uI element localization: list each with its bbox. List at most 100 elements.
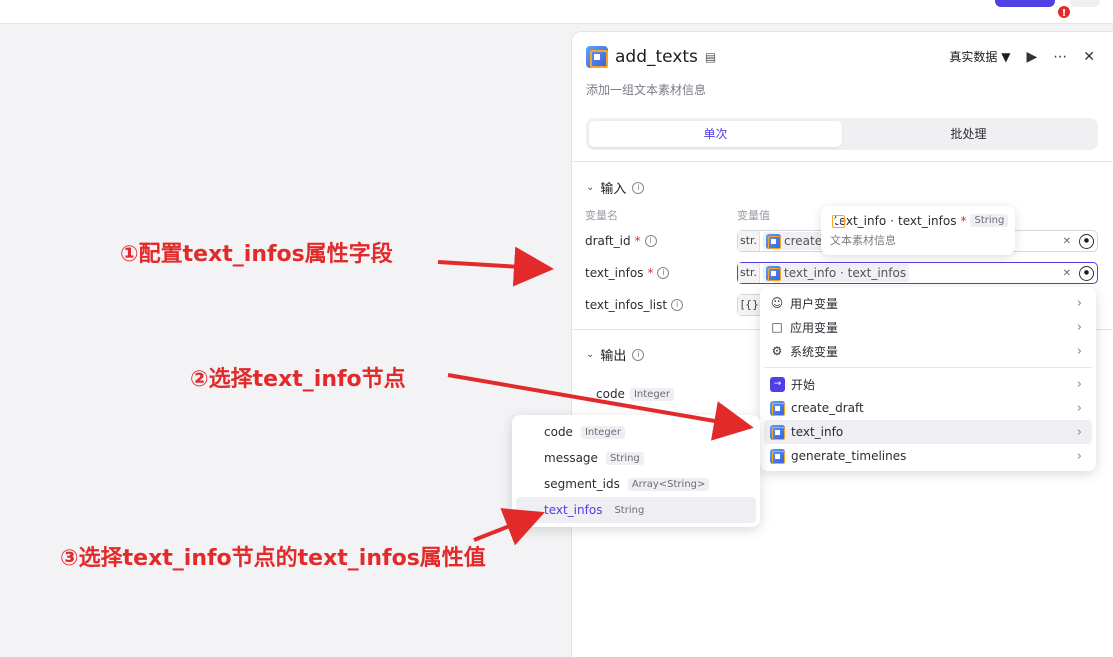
field-name: code bbox=[544, 425, 573, 439]
output-section-header[interactable]: ⌄ 输出 i bbox=[586, 345, 645, 364]
var-name-label: text_infos bbox=[585, 266, 644, 280]
user-icon: ☺ bbox=[770, 296, 784, 310]
node-icon bbox=[766, 265, 781, 281]
top-bar: ! bbox=[0, 0, 1113, 24]
var-name-label: draft_id bbox=[585, 234, 631, 248]
var-name-label: text_infos_list bbox=[585, 298, 668, 312]
info-icon[interactable]: i bbox=[632, 348, 645, 361]
submenu-item[interactable]: segment_ids Array<String> bbox=[516, 471, 756, 497]
type-tag: str. bbox=[738, 231, 760, 251]
info-icon[interactable]: i bbox=[644, 235, 657, 247]
submenu-item-selected[interactable]: text_infos String bbox=[516, 497, 756, 523]
menu-item-app-variables[interactable]: □ 应用变量 › bbox=[764, 315, 1092, 339]
type-tag: Integer bbox=[629, 387, 674, 401]
tooltip-description: 文本素材信息 bbox=[830, 234, 896, 247]
caret-down-icon: ▼ bbox=[1001, 50, 1011, 64]
submenu-item[interactable]: code Integer bbox=[516, 419, 756, 445]
type-tag: str. bbox=[738, 263, 760, 283]
type-tag: String bbox=[970, 214, 1009, 227]
chevron-down-icon: ⌄ bbox=[586, 182, 595, 193]
menu-item-system-variables[interactable]: ⚙ 系统变量 › bbox=[764, 339, 1092, 363]
tab-batch[interactable]: 批处理 bbox=[842, 121, 1095, 147]
menu-label: text_info bbox=[791, 425, 844, 439]
menu-item-user-variables[interactable]: ☺ 用户变量 › bbox=[764, 291, 1092, 315]
required-mark: * bbox=[960, 213, 967, 228]
play-icon[interactable]: ▶ bbox=[1026, 49, 1037, 65]
ref-tooltip: text_info · text_infos * String 文本素材信息 bbox=[821, 206, 1015, 255]
ref-chip: text_info · text_infos bbox=[763, 264, 910, 282]
clear-icon[interactable]: ✕ bbox=[1063, 236, 1071, 247]
plugin-node-icon bbox=[770, 424, 785, 440]
chevron-down-icon: ⌄ bbox=[586, 349, 595, 360]
input-section-title: 输入 bbox=[600, 182, 627, 197]
menu-item-text-info[interactable]: text_info › bbox=[764, 420, 1092, 444]
mode-tabs: 单次 批处理 bbox=[586, 118, 1098, 150]
column-name-header: 变量名 bbox=[585, 209, 618, 222]
annotation-step-1: ①配置text_infos属性字段 bbox=[120, 242, 393, 267]
field-name: text_infos bbox=[544, 503, 603, 517]
type-tag: Array<String> bbox=[627, 477, 710, 491]
submenu-item[interactable]: message String bbox=[516, 445, 756, 471]
divider bbox=[572, 161, 1113, 162]
menu-item-create-draft[interactable]: create_draft › bbox=[764, 396, 1092, 420]
var-name-text-infos-list: text_infos_list i bbox=[585, 298, 684, 312]
close-icon[interactable]: ✕ bbox=[1083, 49, 1095, 65]
output-section-title: 输出 bbox=[600, 349, 627, 364]
type-tag: String bbox=[605, 451, 644, 465]
alert-badge: ! bbox=[1056, 4, 1072, 20]
node-title: add_texts bbox=[615, 47, 698, 67]
output-name: code bbox=[596, 387, 625, 401]
menu-label: 系统变量 bbox=[790, 344, 839, 359]
node-output-submenu: code Integer message String segment_ids Arr… bbox=[512, 415, 760, 527]
type-tag: String bbox=[610, 503, 649, 517]
chevron-right-icon: › bbox=[1076, 376, 1082, 392]
data-mode-select[interactable]: 真实数据 ▼ bbox=[949, 48, 1010, 65]
start-node-icon: → bbox=[770, 376, 785, 392]
required-mark: * bbox=[634, 234, 641, 248]
menu-label: 用户变量 bbox=[790, 296, 839, 311]
input-section-header[interactable]: ⌄ 输入 i bbox=[586, 178, 645, 197]
text-infos-value-field[interactable]: str. text_info · text_infos ✕ ● bbox=[737, 262, 1098, 284]
tab-single[interactable]: 单次 bbox=[589, 121, 842, 147]
var-name-text-infos: text_infos * i bbox=[585, 266, 670, 280]
chevron-right-icon: › bbox=[1076, 448, 1082, 464]
menu-label: 开始 bbox=[791, 377, 816, 392]
menu-item-generate-timelines[interactable]: generate_timelines › bbox=[764, 444, 1092, 468]
annotation-step-2: ②选择text_info节点 bbox=[190, 367, 406, 392]
arrow-1 bbox=[437, 246, 554, 287]
info-icon[interactable]: i bbox=[632, 181, 645, 194]
folder-icon: □ bbox=[771, 320, 783, 334]
plugin-node-icon bbox=[770, 448, 785, 464]
menu-label: generate_timelines bbox=[791, 449, 907, 463]
chevron-right-icon: › bbox=[1076, 295, 1082, 311]
ref-label: text_info · text_infos bbox=[784, 266, 907, 280]
annotation-step-3: ③选择text_info节点的text_infos属性值 bbox=[60, 546, 486, 571]
plugin-node-icon bbox=[586, 46, 608, 68]
field-name: segment_ids bbox=[544, 477, 620, 491]
node-description: 添加一组文本素材信息 bbox=[586, 83, 707, 97]
clear-icon[interactable]: ✕ bbox=[1063, 268, 1071, 279]
menu-item-start[interactable]: → 开始 › bbox=[764, 372, 1092, 396]
output-item: code Integer bbox=[596, 387, 674, 401]
required-mark: * bbox=[647, 266, 654, 280]
plugin-node-icon bbox=[770, 400, 785, 416]
divider bbox=[764, 367, 1092, 368]
chevron-right-icon: › bbox=[1076, 319, 1082, 335]
data-mode-label: 真实数据 bbox=[949, 50, 998, 64]
info-icon[interactable]: i bbox=[657, 267, 670, 279]
variable-picker-icon[interactable]: ● bbox=[1079, 265, 1094, 281]
variable-picker-icon[interactable]: ● bbox=[1079, 233, 1094, 249]
menu-label: 应用变量 bbox=[790, 320, 839, 335]
menu-label: create_draft bbox=[791, 401, 864, 415]
gear-icon: ⚙ bbox=[771, 344, 783, 358]
info-icon[interactable]: i bbox=[671, 299, 684, 311]
tooltip-separator: · bbox=[890, 213, 895, 228]
column-value-header: 变量值 bbox=[737, 209, 770, 222]
floppy-icon[interactable]: ▤ bbox=[705, 50, 716, 64]
top-primary-button[interactable] bbox=[995, 0, 1055, 7]
node-icon bbox=[766, 233, 781, 249]
field-name: message bbox=[544, 451, 598, 465]
var-name-draft-id: draft_id * i bbox=[585, 234, 657, 248]
more-icon[interactable]: ⋯ bbox=[1053, 49, 1067, 65]
top-secondary-button[interactable] bbox=[1070, 0, 1100, 7]
